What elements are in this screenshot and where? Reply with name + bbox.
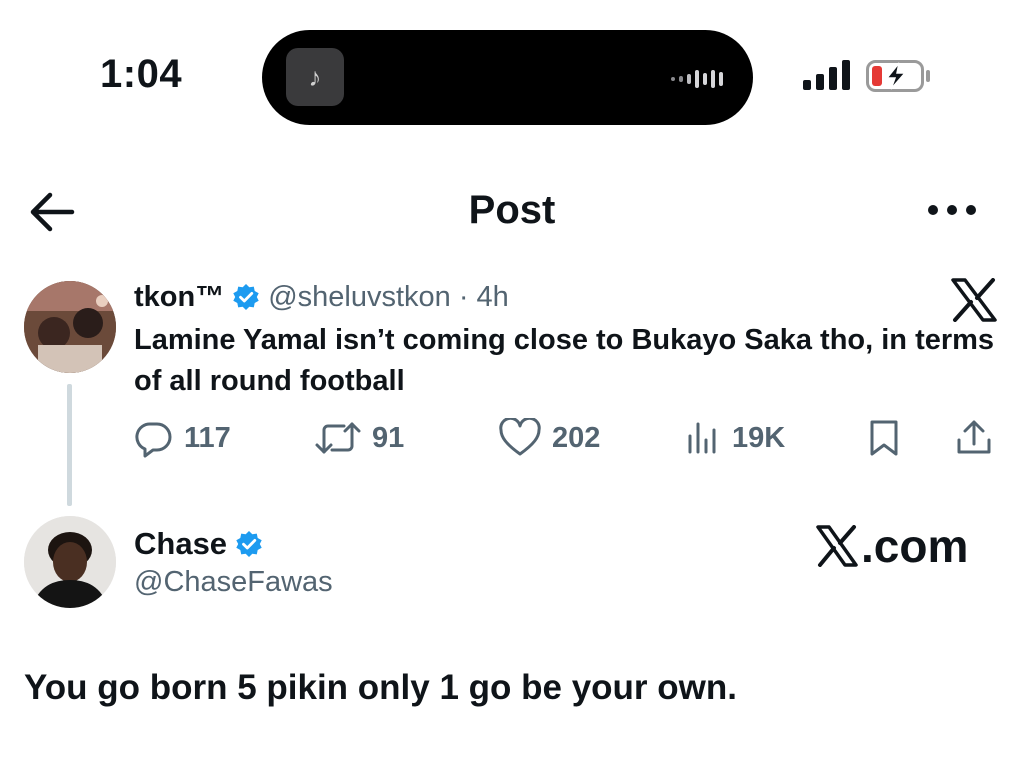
page-title: Post <box>468 188 556 232</box>
music-app-icon[interactable]: ♪ <box>286 48 344 106</box>
post-actions-bar: 117 91 202 19K <box>134 418 1004 458</box>
dynamic-island[interactable]: ♪ <box>262 30 753 125</box>
heart-icon <box>498 418 542 458</box>
bookmark-button[interactable] <box>866 418 902 458</box>
share-button[interactable] <box>954 418 994 458</box>
bookmark-icon <box>866 418 902 458</box>
author-name[interactable]: tkon™ <box>134 281 224 314</box>
cellular-signal-icon <box>803 60 851 90</box>
reply-icon <box>134 418 174 458</box>
like-count: 202 <box>552 421 601 454</box>
views-bar-chart-icon <box>686 418 722 458</box>
avatar[interactable] <box>24 281 116 373</box>
reply-text: You go born 5 pikin only 1 go be your ow… <box>24 668 737 707</box>
reply-count: 117 <box>184 421 231 454</box>
repost-button[interactable]: 91 <box>314 418 404 458</box>
audio-waveform-icon <box>671 68 727 90</box>
reply-button[interactable]: 117 <box>134 418 231 458</box>
battery-charging-icon <box>866 60 932 92</box>
repost-count: 91 <box>372 421 405 454</box>
views-count: 19K <box>732 421 786 454</box>
thread-connector-line <box>67 384 72 506</box>
repost-icon <box>314 418 362 458</box>
more-horizontal-icon[interactable] <box>927 200 977 220</box>
watermark-domain: .com <box>861 520 969 572</box>
views-button[interactable]: 19K <box>686 418 785 458</box>
status-time: 1:04 <box>100 52 183 96</box>
x-logo-icon <box>950 278 998 322</box>
post-timestamp[interactable]: 4h <box>476 281 508 314</box>
post-text: Lamine Yamal isn’t coming close to Bukay… <box>134 324 995 397</box>
share-upload-icon <box>954 418 994 458</box>
like-button[interactable]: 202 <box>498 418 600 458</box>
verified-badge-icon <box>232 283 260 311</box>
reply-author-handle[interactable]: @ChaseFawas <box>134 566 333 599</box>
x-logo-icon <box>815 525 859 567</box>
x-com-watermark: .com <box>815 520 969 572</box>
reply-author-name[interactable]: Chase <box>134 526 227 562</box>
author-handle[interactable]: @sheluvstkon <box>268 281 451 314</box>
post-author-row: tkon™ @sheluvstkon · 4h <box>134 281 509 313</box>
meta-separator: · <box>458 280 469 313</box>
verified-badge-icon <box>235 530 263 558</box>
reply-author-row: Chase <box>134 526 263 562</box>
avatar[interactable] <box>24 516 116 608</box>
